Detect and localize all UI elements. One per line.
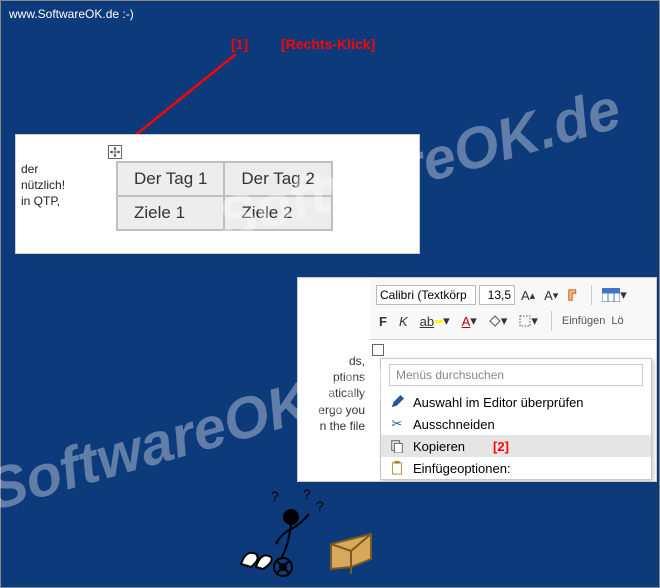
table-cell[interactable]: Ziele 2 [224,196,331,230]
svg-text:?: ? [271,489,279,504]
borders-button[interactable]: ▾ [516,313,541,329]
header-url: www.SoftwareOK.de :-) [9,7,134,21]
shrink-font-button[interactable]: A▾ [541,288,561,303]
table-cell[interactable]: Der Tag 2 [224,162,331,196]
menu-item-copy[interactable]: Kopieren [2] [381,435,651,457]
delete-label[interactable]: Lö [611,315,623,327]
shading-button[interactable]: ▾ [486,313,511,329]
annotation-1-label: [Rechts-Klick] [281,36,375,52]
clipboard-icon [389,460,405,476]
menu-item-label: Kopieren [413,439,465,454]
word-snippet-panel: der nützlich! in QTP, Der Tag 1 Der Tag … [15,134,420,254]
menu-item-cut[interactable]: ✂ Ausschneiden [381,413,651,435]
bold-button[interactable]: F [376,314,390,329]
table-move-handle-icon[interactable] [372,344,384,356]
table-row: Ziele 1 Ziele 2 [117,196,332,230]
highlight-color-button[interactable]: ab▾ [417,313,453,329]
grow-font-button[interactable]: A▴ [518,288,538,303]
font-color-button[interactable]: A▾ [459,313,480,329]
copy-icon [389,438,405,454]
word-table[interactable]: Der Tag 1 Der Tag 2 Ziele 1 Ziele 2 [116,161,333,231]
menu-item-label: Ausschneiden [413,417,495,432]
confused-figure-doodle: ? ? ? [221,489,421,579]
svg-text:?: ? [303,489,311,502]
annotation-1-number: [1] [231,36,248,52]
menu-item-paste-options[interactable]: Einfügeoptionen: [381,457,651,479]
menu-item-label: Einfügeoptionen: [413,461,511,476]
menu-search-input[interactable]: Menüs durchsuchen [389,364,643,386]
menu-item-check-editor[interactable]: Auswahl im Editor überprüfen [381,391,651,413]
table-move-handle-icon[interactable] [108,145,122,159]
table-cell[interactable]: Ziele 1 [117,196,224,230]
format-painter-icon[interactable] [564,288,584,302]
mini-toolbar: A▴ A▾ ▾ F K ab▾ A▾ ▾ ▾ Einfügen Lö [370,278,656,340]
table-row: Der Tag 1 Der Tag 2 [117,162,332,196]
insert-label[interactable]: Einfügen [562,315,605,327]
word-context-panel: A▴ A▾ ▾ F K ab▾ A▾ ▾ ▾ Einfügen Lö ds, p… [297,277,657,482]
doc-text-fragment: der nützlich! in QTP, [21,161,65,210]
font-select[interactable] [376,285,476,305]
svg-text:?: ? [316,498,324,514]
scissors-icon: ✂ [389,416,405,432]
italic-button[interactable]: K [396,314,411,329]
font-size-select[interactable] [479,285,515,305]
menu-item-label: Auswahl im Editor überprüfen [413,395,584,410]
annotation-2-number: [2] [493,439,509,454]
doc-text-fragment: ds, ptions atically ergo you n the file [303,353,365,434]
pen-icon [389,394,405,410]
context-menu: Menüs durchsuchen Auswahl im Editor über… [380,358,652,480]
table-cell[interactable]: Der Tag 1 [117,162,224,196]
table-styles-icon[interactable]: ▾ [599,287,630,303]
